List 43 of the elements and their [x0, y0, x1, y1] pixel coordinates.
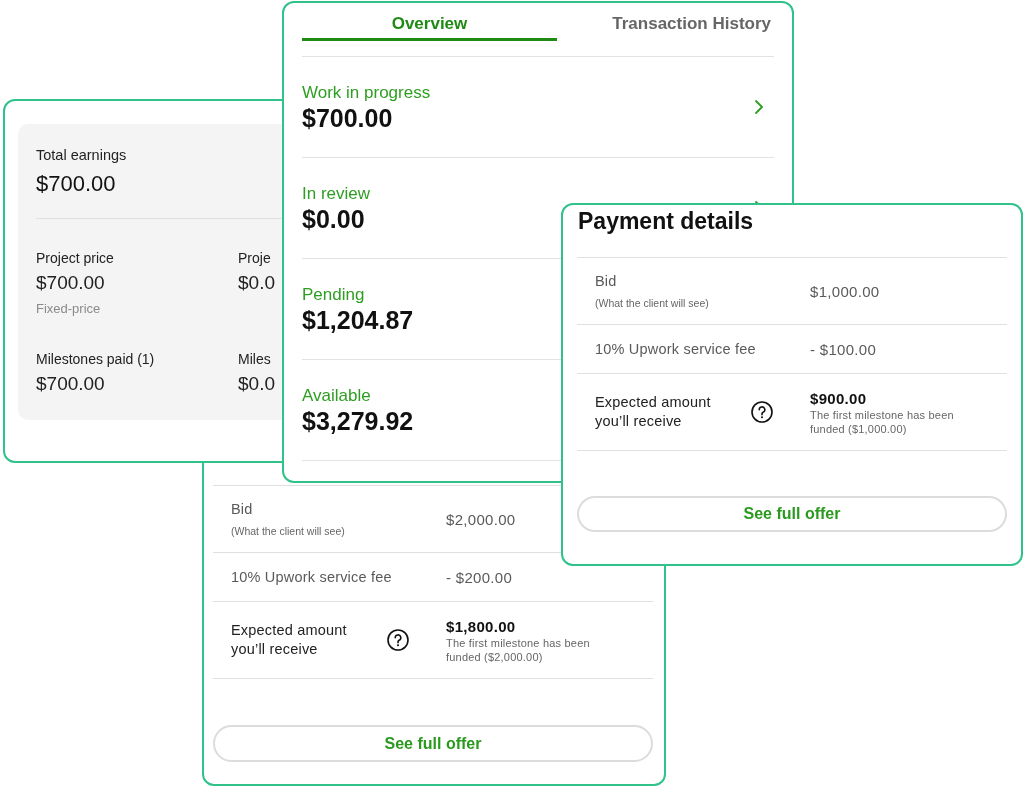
- card-title: Payment details: [578, 207, 754, 236]
- stat-label: Proje: [238, 249, 271, 267]
- stat-amount: $0.0: [238, 372, 275, 396]
- help-icon[interactable]: [751, 401, 773, 423]
- detail-label: 10% Upwork service fee: [231, 567, 392, 587]
- detail-note: The first milestone has been funded ($2,000.00): [446, 635, 591, 664]
- stat-amount: $0.0: [238, 271, 275, 295]
- balance-amount: $0.00: [302, 205, 365, 233]
- see-full-offer-button[interactable]: See full offer: [577, 496, 1007, 532]
- detail-value: $900.00: [810, 388, 867, 408]
- detail-label: Bid: [595, 272, 617, 291]
- balance-label: In review: [302, 183, 371, 205]
- detail-value: $1,000.00: [810, 281, 880, 301]
- help-icon[interactable]: [387, 629, 409, 651]
- stat-amount: $700.00: [36, 271, 105, 295]
- total-earnings-amount: $700.00: [36, 170, 116, 198]
- detail-value: - $200.00: [446, 567, 513, 587]
- detail-label: Expected amount you’ll receive: [595, 393, 712, 431]
- stat-amount: $700.00: [36, 372, 105, 396]
- tab[interactable]: Transaction History: [557, 3, 774, 41]
- stat-label: Project price: [36, 249, 114, 267]
- stat-note: Fixed-price: [36, 300, 101, 318]
- tab[interactable]: Overview: [302, 3, 557, 41]
- total-earnings-label: Total earnings: [36, 146, 127, 164]
- detail-hint: (What the client will see): [231, 524, 345, 538]
- balance-label: Available: [302, 385, 371, 407]
- see-full-offer-button[interactable]: See full offer: [213, 725, 653, 762]
- detail-value: $1,800.00: [446, 616, 516, 636]
- detail-note: The first milestone has been funded ($1,000.00): [810, 407, 955, 436]
- detail-value: - $100.00: [810, 339, 877, 359]
- detail-label: 10% Upwork service fee: [595, 339, 756, 359]
- balance-label: Pending: [302, 284, 365, 306]
- balance-amount: $700.00: [302, 104, 393, 132]
- detail-label: Bid: [231, 500, 253, 519]
- detail-hint: (What the client will see): [595, 296, 709, 310]
- detail-label: Expected amount you’ll receive: [231, 621, 348, 659]
- stat-label: Miles: [238, 350, 271, 368]
- detail-value: $2,000.00: [446, 509, 516, 529]
- stat-label: Milestones paid (1): [36, 350, 155, 368]
- balance-amount: $1,204.87: [302, 306, 414, 334]
- chevron-right-icon[interactable]: [754, 99, 764, 115]
- balance-label: Work in progress: [302, 82, 431, 104]
- balance-amount: $3,279.92: [302, 407, 414, 435]
